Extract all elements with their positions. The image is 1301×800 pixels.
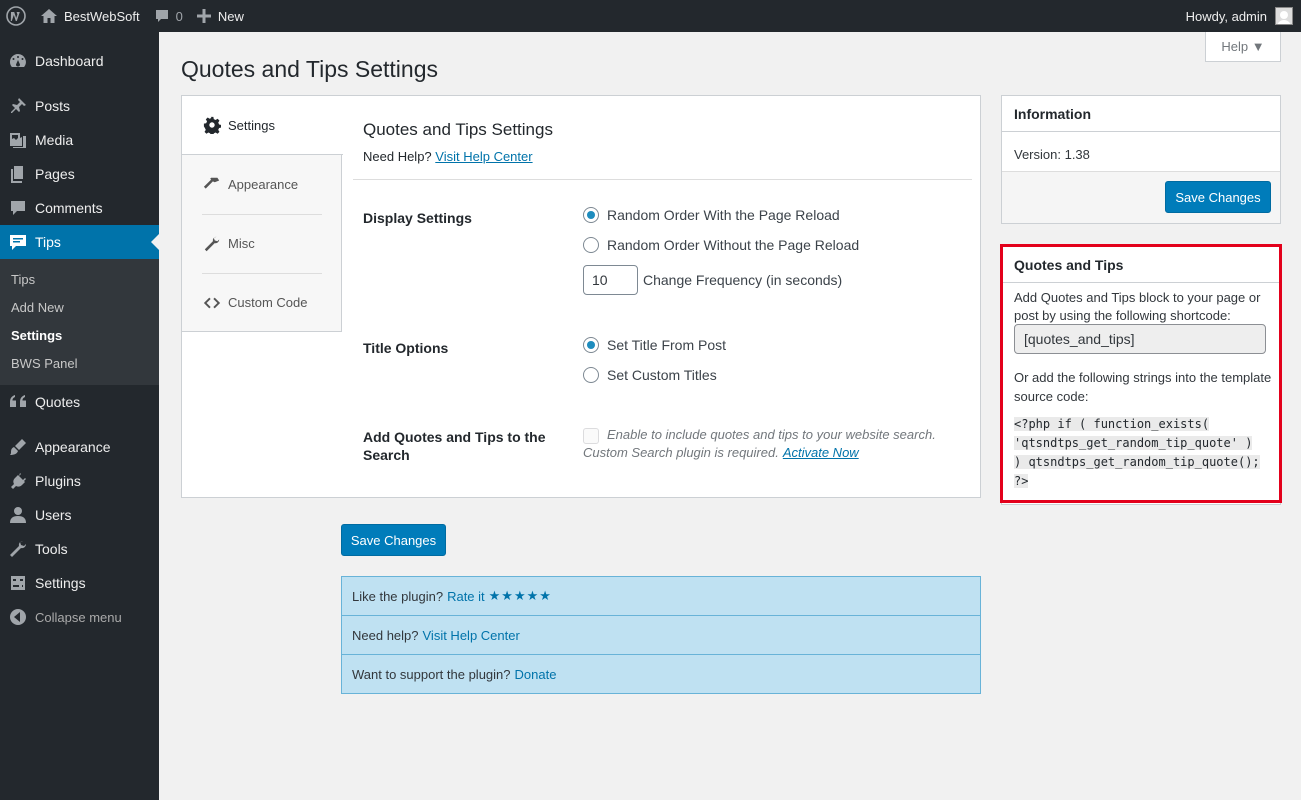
- donate-row: Want to support the plugin? Donate: [352, 667, 557, 682]
- code-icon: [203, 297, 221, 308]
- frequency-input[interactable]: 10: [583, 265, 638, 295]
- display-settings-label: Display Settings: [363, 210, 472, 226]
- user-icon: [8, 505, 28, 525]
- help-tab-button[interactable]: Help ▼: [1205, 32, 1281, 62]
- comments-count: 0: [175, 8, 183, 24]
- brush-icon: [8, 437, 28, 457]
- wordpress-icon: [6, 6, 26, 26]
- tips-icon: [8, 232, 28, 252]
- rate-row: Like the plugin? Rate it ★★★★★: [342, 577, 980, 616]
- display-option-reload[interactable]: Random Order With the Page Reload: [583, 207, 840, 223]
- wordpress-logo[interactable]: [0, 0, 33, 32]
- submenu-item-add-new[interactable]: Add New: [0, 294, 159, 322]
- comments-link[interactable]: 0: [147, 0, 190, 32]
- plugin-icon: [8, 471, 28, 491]
- tab-settings[interactable]: Settings: [182, 96, 343, 155]
- visit-help-center-link[interactable]: Visit Help Center: [423, 628, 520, 643]
- plugin-promo-box: Like the plugin? Rate it ★★★★★ Need help…: [341, 576, 981, 694]
- search-label: Add Quotes and Tips to the Search: [363, 429, 546, 463]
- sidebar-item-plugins[interactable]: Plugins: [0, 464, 159, 498]
- quote-icon: [8, 392, 28, 412]
- new-label: New: [217, 8, 244, 24]
- dashboard-icon: [8, 51, 28, 71]
- gear-icon: [203, 116, 221, 134]
- rate-it-link[interactable]: Rate it: [447, 589, 485, 604]
- template-code: <?php if ( function_exists( 'qtsndtps_ge…: [1014, 417, 1260, 488]
- tab-misc[interactable]: Misc: [182, 214, 342, 273]
- settings-tabs: Settings Appearance Misc Custom Code: [182, 96, 343, 332]
- save-changes-button[interactable]: Save Changes: [341, 524, 446, 556]
- radio-no-reload[interactable]: [583, 237, 599, 253]
- sidebar-item-appearance[interactable]: Appearance: [0, 430, 159, 464]
- sidebar-item-tips[interactable]: Tips: [0, 225, 159, 259]
- search-option: Enable to include quotes and tips to you…: [583, 427, 936, 444]
- submenu-item-settings[interactable]: Settings: [0, 322, 159, 350]
- page-title: Quotes and Tips Settings: [181, 56, 438, 82]
- admin-bar: BestWebSoft 0 New Howdy, admin: [0, 0, 1301, 32]
- my-account[interactable]: Howdy, admin: [1186, 7, 1301, 25]
- pushpin-icon: [8, 96, 28, 116]
- donate-link[interactable]: Donate: [515, 667, 557, 682]
- comment-icon: [8, 198, 28, 218]
- template-intro: Or add the following strings into the te…: [1014, 370, 1272, 404]
- media-icon: [8, 130, 28, 150]
- search-desc-row: Custom Search plugin is required. Activa…: [583, 445, 859, 460]
- plus-icon: [196, 9, 211, 23]
- tips-submenu: Tips Add New Settings BWS Panel: [0, 259, 159, 385]
- radio-custom-titles[interactable]: [583, 367, 599, 383]
- site-name-link[interactable]: BestWebSoft: [33, 0, 147, 32]
- panel-help: Need Help? Visit Help Center: [363, 149, 533, 164]
- howdy-text: Howdy, admin: [1185, 8, 1267, 24]
- help-center-link[interactable]: Visit Help Center: [435, 149, 532, 164]
- sidebar-item-pages[interactable]: Pages: [0, 157, 159, 191]
- sidebar-item-users[interactable]: Users: [0, 498, 159, 532]
- shortcode-intro: Add Quotes and Tips block to your page o…: [1014, 290, 1261, 323]
- sidebar-item-dashboard[interactable]: Dashboard: [0, 44, 159, 78]
- wrench-icon: [204, 236, 220, 251]
- pages-icon: [8, 164, 28, 184]
- sidebar-item-comments[interactable]: Comments: [0, 191, 159, 225]
- sidebar-item-media[interactable]: Media: [0, 123, 159, 157]
- comment-icon: [155, 10, 168, 22]
- shortcode-box: Quotes and Tips Add Quotes and Tips bloc…: [1001, 246, 1281, 505]
- shortcode-input[interactable]: [quotes_and_tips]: [1014, 324, 1266, 354]
- admin-sidebar: Dashboard Posts Media Pages Comments Tip…: [0, 32, 159, 800]
- title-option-custom[interactable]: Set Custom Titles: [583, 367, 717, 383]
- version-text: Version: 1.38: [1014, 147, 1090, 162]
- radio-title-from-post[interactable]: [583, 337, 599, 353]
- activate-now-link[interactable]: Activate Now: [783, 445, 859, 460]
- help-row: Need help? Visit Help Center: [342, 616, 980, 655]
- settings-icon: [8, 573, 28, 593]
- tab-custom-code[interactable]: Custom Code: [182, 273, 342, 332]
- radio-reload[interactable]: [583, 207, 599, 223]
- collapse-menu-button[interactable]: Collapse menu: [0, 600, 159, 634]
- frequency-row: 10 Change Frequency (in seconds): [583, 265, 842, 295]
- submenu-item-bws-panel[interactable]: BWS Panel: [0, 350, 159, 378]
- settings-card: Settings Appearance Misc Custom Code Quo…: [181, 95, 981, 498]
- new-content-link[interactable]: New: [190, 0, 251, 32]
- site-name: BestWebSoft: [64, 8, 140, 24]
- search-checkbox[interactable]: [583, 428, 599, 444]
- avatar: [1275, 7, 1293, 25]
- information-title: Information: [1002, 96, 1280, 132]
- sidebar-item-posts[interactable]: Posts: [0, 89, 159, 123]
- submenu-item-tips[interactable]: Tips: [0, 266, 159, 294]
- sidebar-save-changes-button[interactable]: Save Changes: [1165, 181, 1271, 213]
- home-icon: [41, 9, 57, 23]
- sidebar-item-settings[interactable]: Settings: [0, 566, 159, 600]
- information-box: Information Version: 1.38 Save Changes: [1001, 95, 1281, 224]
- hammer-icon: [203, 177, 220, 189]
- wrench-icon: [8, 539, 28, 559]
- panel-divider: [353, 179, 972, 180]
- rating-stars[interactable]: ★★★★★: [489, 588, 552, 604]
- display-option-no-reload[interactable]: Random Order Without the Page Reload: [583, 237, 859, 253]
- tab-appearance[interactable]: Appearance: [182, 155, 342, 214]
- sidebar-item-tools[interactable]: Tools: [0, 532, 159, 566]
- collapse-icon: [8, 607, 28, 627]
- title-options-label: Title Options: [363, 340, 449, 356]
- shortcode-box-title: Quotes and Tips: [1002, 247, 1280, 283]
- panel-title: Quotes and Tips Settings: [363, 120, 553, 139]
- sidebar-item-quotes[interactable]: Quotes: [0, 385, 159, 419]
- title-option-from-post[interactable]: Set Title From Post: [583, 337, 726, 353]
